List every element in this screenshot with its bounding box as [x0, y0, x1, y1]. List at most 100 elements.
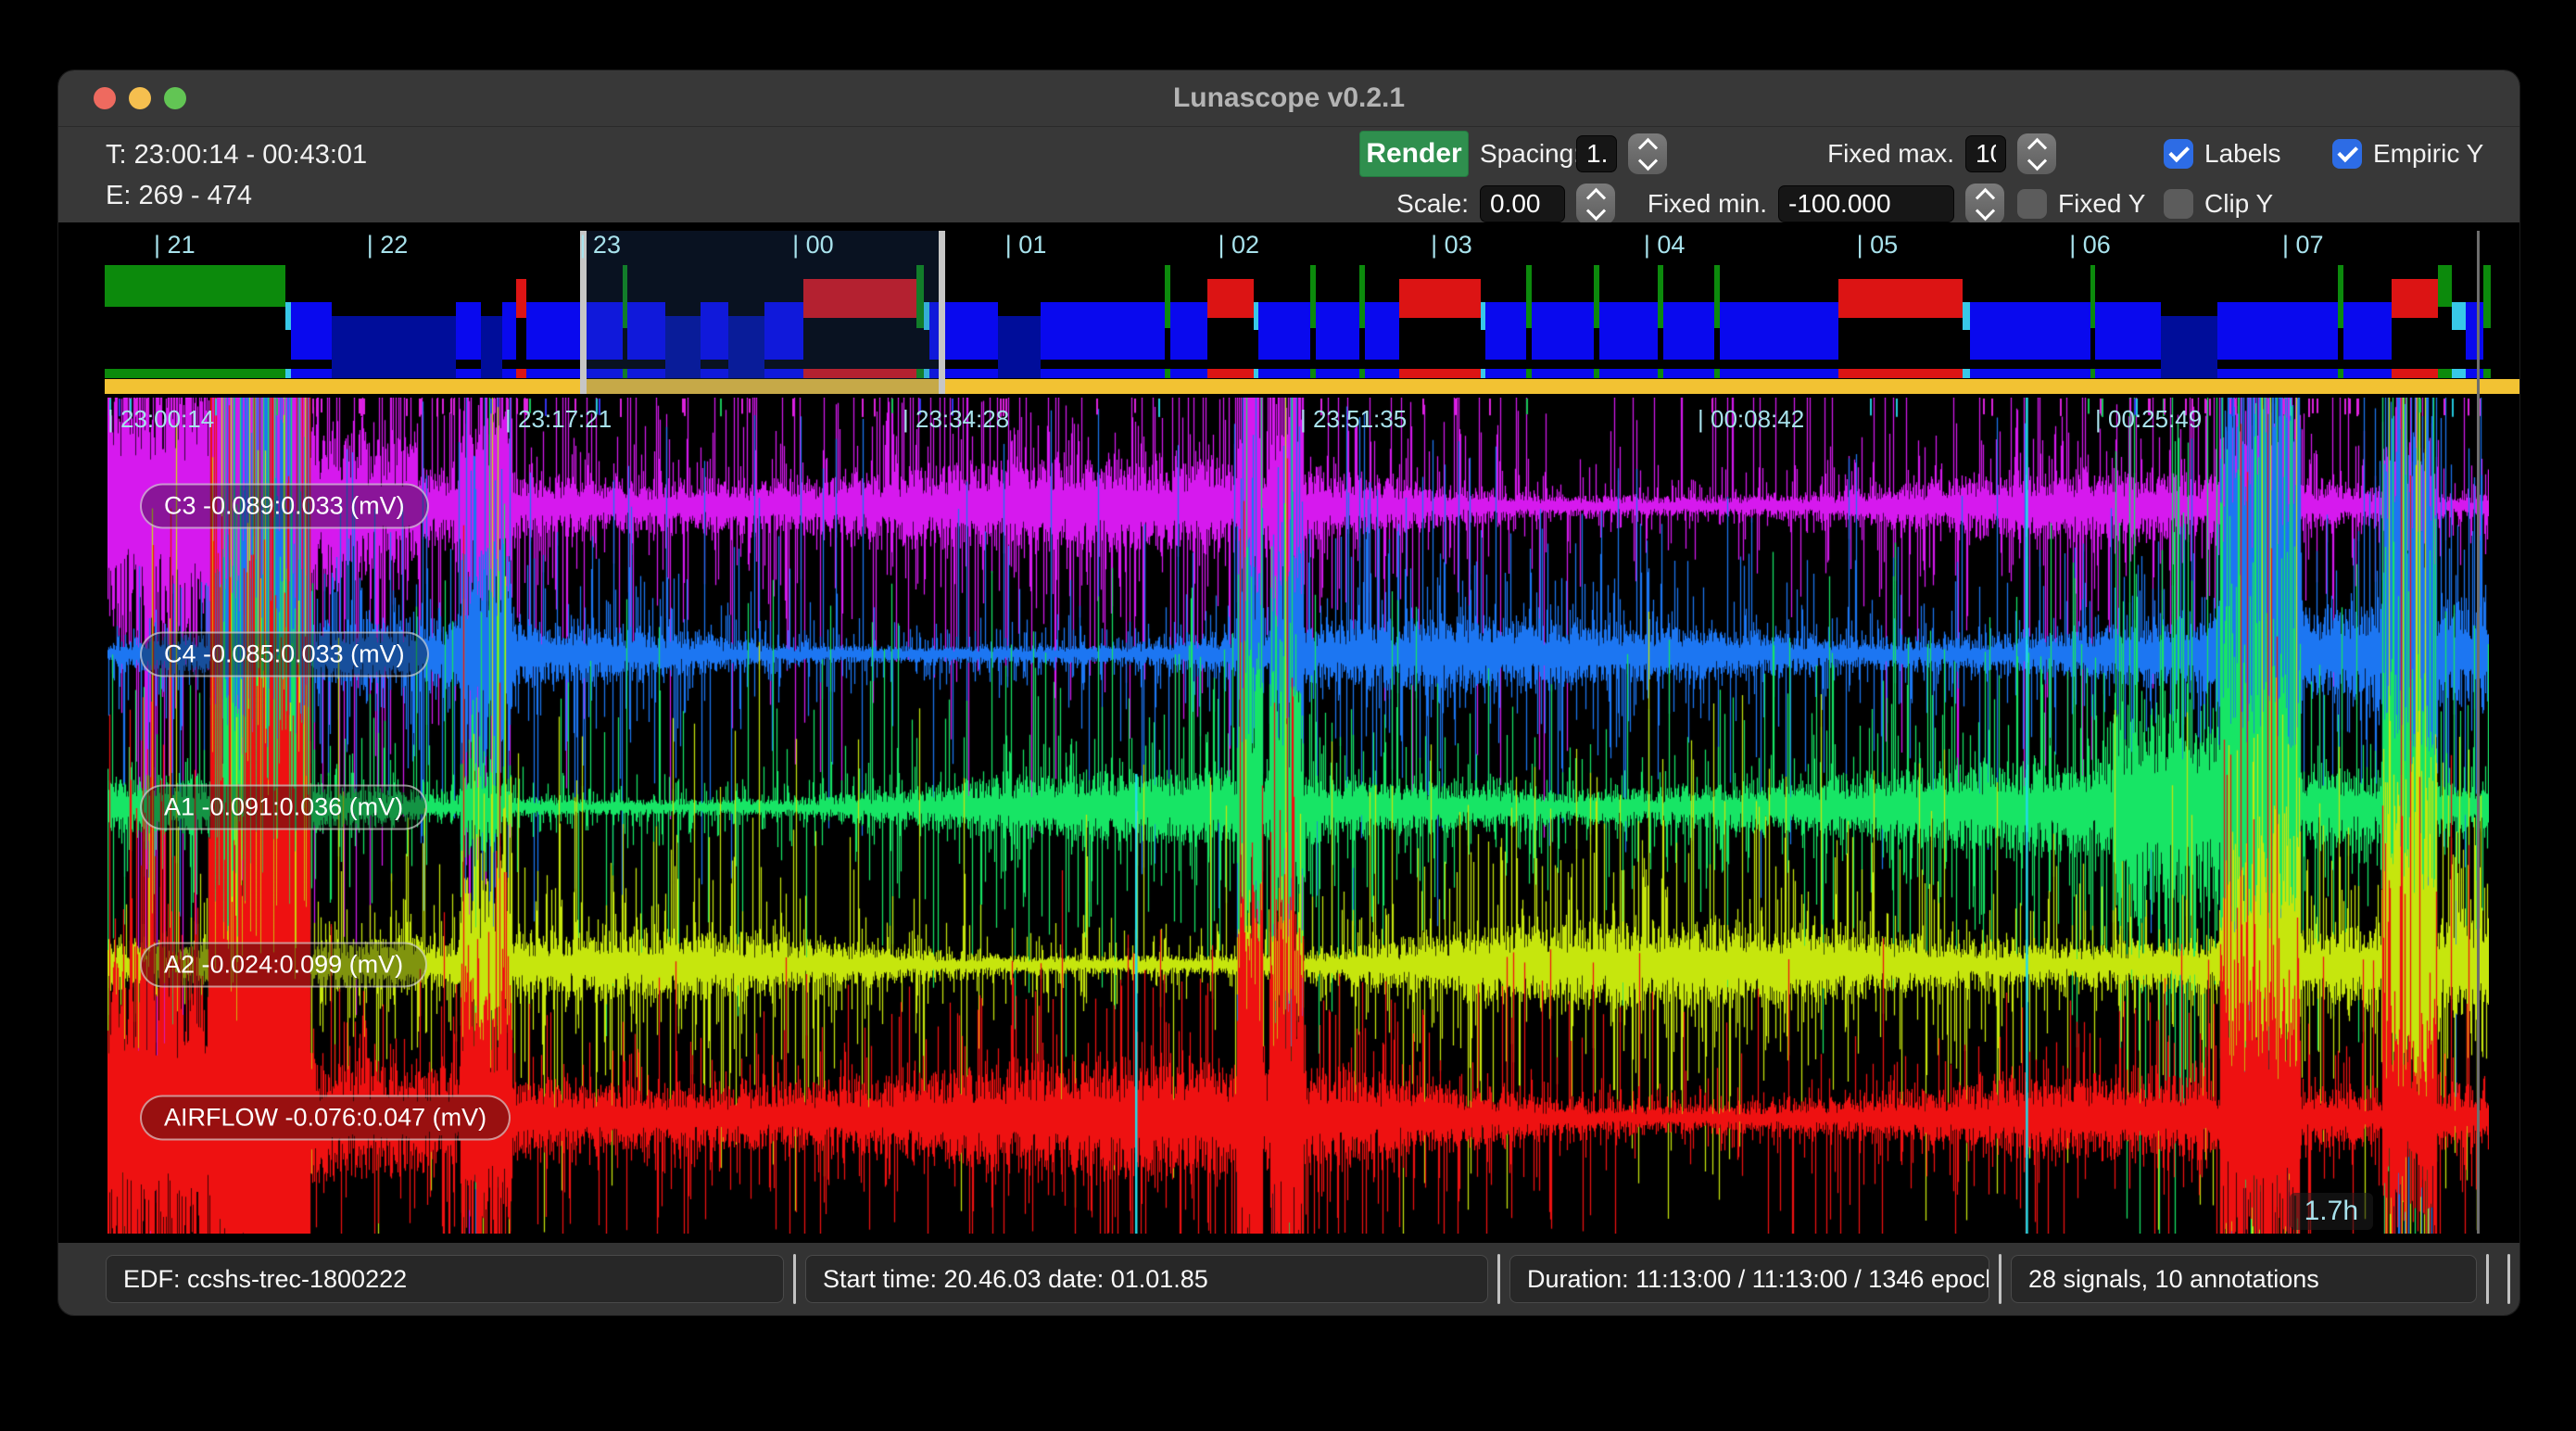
- hypnogram-mini-segment-N2: [291, 369, 332, 378]
- hypnogram-mini-segment-N2: [1041, 369, 1165, 378]
- hypnogram-segment-N2: [1258, 302, 1309, 360]
- scale-stepper[interactable]: [1576, 184, 1615, 224]
- hypnogram-hour-label: | 22: [367, 231, 409, 260]
- hypnogram-hour-label: | 00: [792, 231, 834, 260]
- plot-time-label: | 23:34:28: [903, 405, 1009, 434]
- hypnogram-hour-label: | 06: [2069, 231, 2111, 260]
- hypnogram-segment-N2: [2217, 302, 2338, 360]
- spacing-input[interactable]: [1576, 135, 1617, 172]
- signal-label-pill: AIRFLOW -0.076:0.047 (mV): [140, 1095, 511, 1141]
- hypnogram-hour-label: | 05: [1857, 231, 1899, 260]
- titlebar: Lunascope v0.2.1: [58, 70, 2519, 127]
- signal-label-pill: A2 -0.024:0.099 (mV): [140, 943, 427, 988]
- hypnogram-mini-segment-R: [2392, 369, 2438, 378]
- render-button[interactable]: Render: [1359, 131, 1469, 177]
- plot-time-label: | 00:08:42: [1698, 405, 1804, 434]
- fixed-max-input[interactable]: [1965, 135, 2006, 172]
- hypnogram-segment-R: [1838, 279, 1963, 318]
- stepper-down-icon[interactable]: [1637, 151, 1657, 171]
- hypnogram-segment-N2: [526, 302, 579, 360]
- hypnogram-segment-R: [1399, 279, 1481, 318]
- plot-time-label: | 00:25:49: [2095, 405, 2202, 434]
- hypnogram-segment-N2: [1970, 302, 2090, 360]
- view-info: T: 23:00:14 - 00:43:01 E: 269 - 474: [106, 134, 367, 216]
- signal-label-pill: A1 -0.091:0.036 (mV): [140, 785, 427, 830]
- hypnogram-segment-N2: [1485, 302, 1526, 360]
- hypnogram-segment-N2: [1041, 302, 1165, 360]
- plot-time-label: | 23:00:14: [107, 405, 214, 434]
- render-controls: Spacing: Fixed max. Labels Empiric Y Ren…: [1359, 133, 2473, 225]
- main-content: | 21| 22| 23| 00| 01| 02| 03| 04| 05| 06…: [58, 222, 2519, 1243]
- hypnogram-mini-segment-N1: [1963, 369, 1970, 378]
- hypnogram-mini-segment-N2: [1316, 369, 1360, 378]
- hypnogram-mini-segment-N2: [1258, 369, 1309, 378]
- hypnogram-segment-N3: [481, 316, 502, 374]
- checkbox-clip-y-box[interactable]: [2164, 189, 2193, 219]
- checkbox-fixed-y-box[interactable]: [2017, 189, 2047, 219]
- hypnogram-segment-N3: [998, 316, 1041, 374]
- hypnogram-segment-N2: [2343, 302, 2392, 360]
- hypnogram-mini-segment-R: [1838, 369, 1963, 378]
- fixed-min-input[interactable]: [1778, 185, 1954, 222]
- screenshot-root: { "window": { "title": "Lunascope v0.2.1…: [0, 0, 2576, 1431]
- hypnogram-segment-N2: [1720, 302, 1838, 360]
- hypnogram-hour-label: | 04: [1644, 231, 1686, 260]
- stepper-down-icon[interactable]: [1975, 201, 1994, 221]
- hypnogram-mini-segment-N2: [1720, 369, 1838, 378]
- fixed-min-stepper[interactable]: [1965, 184, 2004, 224]
- status-separator: [1497, 1254, 1500, 1304]
- selection-right-handle[interactable]: [939, 231, 945, 394]
- checkbox-clip-y[interactable]: Clip Y: [2164, 189, 2321, 219]
- hypnogram-segment-W: [2438, 265, 2452, 307]
- hypnogram-segment-N2: [1365, 302, 1398, 360]
- fixed-max-stepper[interactable]: [2017, 133, 2056, 174]
- stepper-down-icon[interactable]: [2027, 151, 2046, 171]
- checkbox-fixed-y[interactable]: Fixed Y: [2017, 189, 2153, 219]
- checkbox-labels[interactable]: Labels: [2164, 139, 2321, 169]
- hypnogram-segment-N2: [456, 302, 481, 360]
- status-separator: [2507, 1254, 2510, 1304]
- plot-right-edge-line: [2477, 231, 2480, 1234]
- signal-label-pill: C3 -0.089:0.033 (mV): [140, 484, 429, 529]
- hypnogram-mini-segment-N2: [2466, 369, 2483, 378]
- fixed-min-label: Fixed min.: [1628, 189, 1767, 219]
- stepper-down-icon[interactable]: [1585, 201, 1605, 221]
- hypnogram-mini-segment-R: [1399, 369, 1481, 378]
- hypnogram-mini-segment-N3: [481, 369, 502, 378]
- hypnogram-hour-label: | 23: [579, 231, 621, 260]
- hypnogram-mini-segment-N2: [1599, 369, 1658, 378]
- checkbox-labels-box[interactable]: [2164, 139, 2193, 169]
- hypnogram-segment-R: [516, 279, 526, 318]
- spacing-stepper[interactable]: [1628, 133, 1667, 174]
- hypnogram-mini-segment-W: [2438, 369, 2452, 378]
- checkbox-empiric-y[interactable]: Empiric Y: [2332, 139, 2473, 169]
- plot-time-label: | 23:51:35: [1300, 405, 1407, 434]
- hypnogram-mini-segment-N3: [2161, 369, 2217, 378]
- hypnogram-mini-segment-N3: [332, 369, 456, 378]
- signal-label-pill: C4 -0.085:0.033 (mV): [140, 632, 429, 678]
- status-separator: [793, 1254, 796, 1304]
- hypnogram-segment-N2: [2095, 302, 2161, 360]
- hypnogram-mini-segment-N2: [1365, 369, 1398, 378]
- window-title: Lunascope v0.2.1: [58, 70, 2519, 126]
- hypnogram-segment-W: [2483, 265, 2491, 328]
- hypnogram-position-bar[interactable]: [105, 379, 2520, 394]
- status-panel: EDF: ccshs-trec-1800222: [106, 1255, 784, 1303]
- hypnogram-selection[interactable]: [580, 231, 945, 394]
- hypnogram-segment-R: [1207, 279, 1254, 318]
- scale-input[interactable]: [1480, 185, 1565, 222]
- hypnogram-segment-W: [105, 265, 285, 307]
- statusbar: EDF: ccshs-trec-1800222Start time: 20.46…: [58, 1243, 2519, 1315]
- hypnogram-segment-N3: [332, 316, 456, 374]
- app-window: Lunascope v0.2.1 T: 23:00:14 - 00:43:01 …: [57, 70, 2520, 1316]
- checkbox-empiric-y-box[interactable]: [2332, 139, 2362, 169]
- hypnogram-mini-segment-N2: [1970, 369, 2090, 378]
- hypnogram-mini-segment-N2: [1485, 369, 1526, 378]
- status-panel: Duration: 11:13:00 / 11:13:00 / 1346 epo…: [1509, 1255, 1989, 1303]
- hypnogram-segment-N3: [2161, 316, 2217, 374]
- hypnogram-mini-segment-W: [2483, 369, 2491, 378]
- scale-label: Scale:: [1359, 189, 1469, 219]
- epoch-range-readout: E: 269 - 474: [106, 175, 367, 216]
- hypnogram-mini-segment-N2: [1663, 369, 1714, 378]
- status-separator: [2486, 1254, 2489, 1304]
